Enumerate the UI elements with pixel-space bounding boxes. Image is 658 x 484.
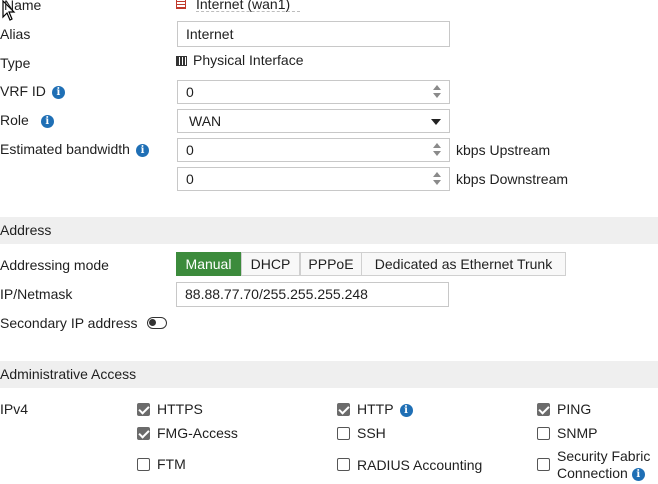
ftm-label: FTM: [157, 456, 186, 472]
ssh-label: SSH: [357, 425, 386, 441]
http-text: HTTP: [357, 401, 394, 417]
radius-accounting-checkbox[interactable]: [337, 458, 350, 471]
ipv4-label: IPv4: [0, 401, 29, 417]
ping-checkbox[interactable]: [537, 403, 550, 416]
ping-label: PING: [557, 401, 592, 417]
type-text: Physical Interface: [193, 52, 304, 68]
bandwidth-info-icon[interactable]: i: [135, 144, 149, 157]
vrf-id-info-icon[interactable]: i: [51, 86, 65, 99]
ftm-checkbox[interactable]: [137, 458, 150, 471]
downstream-value: 0: [186, 171, 194, 187]
snmp-label: SNMP: [557, 425, 598, 441]
type-label: Type: [0, 55, 31, 71]
name-underline: [196, 11, 300, 12]
secondary-ip-label: Secondary IP address: [0, 315, 138, 331]
bandwidth-label: Estimated bandwidth i: [0, 141, 149, 157]
security-fabric-checkbox[interactable]: [537, 458, 550, 471]
security-fabric-line1: Security Fabric: [557, 448, 651, 464]
ssh-checkbox[interactable]: [337, 427, 350, 440]
bandwidth-text: Estimated bandwidth: [0, 141, 130, 157]
snmp-checkbox[interactable]: [537, 427, 550, 440]
addressing-mode-label: Addressing mode: [0, 257, 109, 273]
type-value: Physical Interface: [176, 52, 304, 68]
downstream-spin-arrows-icon[interactable]: [431, 171, 443, 187]
mode-ethernet-trunk-button[interactable]: Dedicated as Ethernet Trunk: [361, 252, 566, 276]
name-label: Name: [4, 0, 42, 13]
ip-netmask-input[interactable]: 88.88.77.70/255.255.255.248: [176, 282, 449, 307]
upstream-input[interactable]: 0: [177, 138, 450, 162]
role-value: WAN: [189, 113, 222, 129]
vrf-id-value: 0: [186, 84, 194, 100]
alias-label: Alias: [0, 26, 31, 42]
https-label: HTTPS: [157, 401, 203, 417]
https-checkbox[interactable]: [137, 403, 150, 416]
vrf-id-input[interactable]: 0: [177, 80, 450, 104]
http-label: HTTP i: [357, 401, 413, 417]
interface-red-icon: [176, 0, 186, 9]
secondary-ip-toggle[interactable]: [147, 317, 167, 329]
ip-netmask-label: IP/Netmask: [0, 286, 73, 302]
role-text: Role: [0, 112, 29, 128]
downstream-unit: kbps Downstream: [456, 171, 569, 187]
alias-input[interactable]: Internet: [177, 21, 450, 47]
security-fabric-label: Security Fabric Connection i: [557, 448, 650, 482]
http-info-icon[interactable]: i: [399, 404, 413, 417]
security-fabric-line2-wrap: Connection i: [557, 465, 650, 482]
http-checkbox[interactable]: [337, 403, 350, 416]
physical-interface-icon: [176, 56, 187, 66]
dropdown-caret-icon: [431, 119, 441, 125]
fmg-access-checkbox[interactable]: [137, 427, 150, 440]
admin-access-section-header: Administrative Access: [0, 361, 658, 388]
role-label: Role i: [0, 112, 54, 128]
radius-accounting-label: RADIUS Accounting: [357, 457, 483, 473]
role-info-icon[interactable]: i: [40, 115, 54, 128]
vrf-id-spin-arrows-icon[interactable]: [431, 84, 443, 100]
downstream-input[interactable]: 0: [177, 167, 450, 191]
security-fabric-line2: Connection: [557, 465, 628, 481]
mode-pppoe-button[interactable]: PPPoE: [300, 252, 362, 276]
vrf-id-label: VRF ID i: [0, 83, 65, 99]
security-fabric-info-icon[interactable]: i: [631, 468, 645, 481]
role-select[interactable]: WAN: [177, 109, 450, 133]
upstream-unit: kbps Upstream: [456, 142, 551, 158]
fmg-access-label: FMG-Access: [157, 425, 238, 441]
vrf-id-text: VRF ID: [0, 83, 46, 99]
mode-manual-button[interactable]: Manual: [176, 252, 241, 276]
mode-dhcp-button[interactable]: DHCP: [241, 252, 300, 276]
address-section-header: Address: [0, 217, 658, 244]
upstream-spin-arrows-icon[interactable]: [431, 142, 443, 158]
upstream-value: 0: [186, 142, 194, 158]
